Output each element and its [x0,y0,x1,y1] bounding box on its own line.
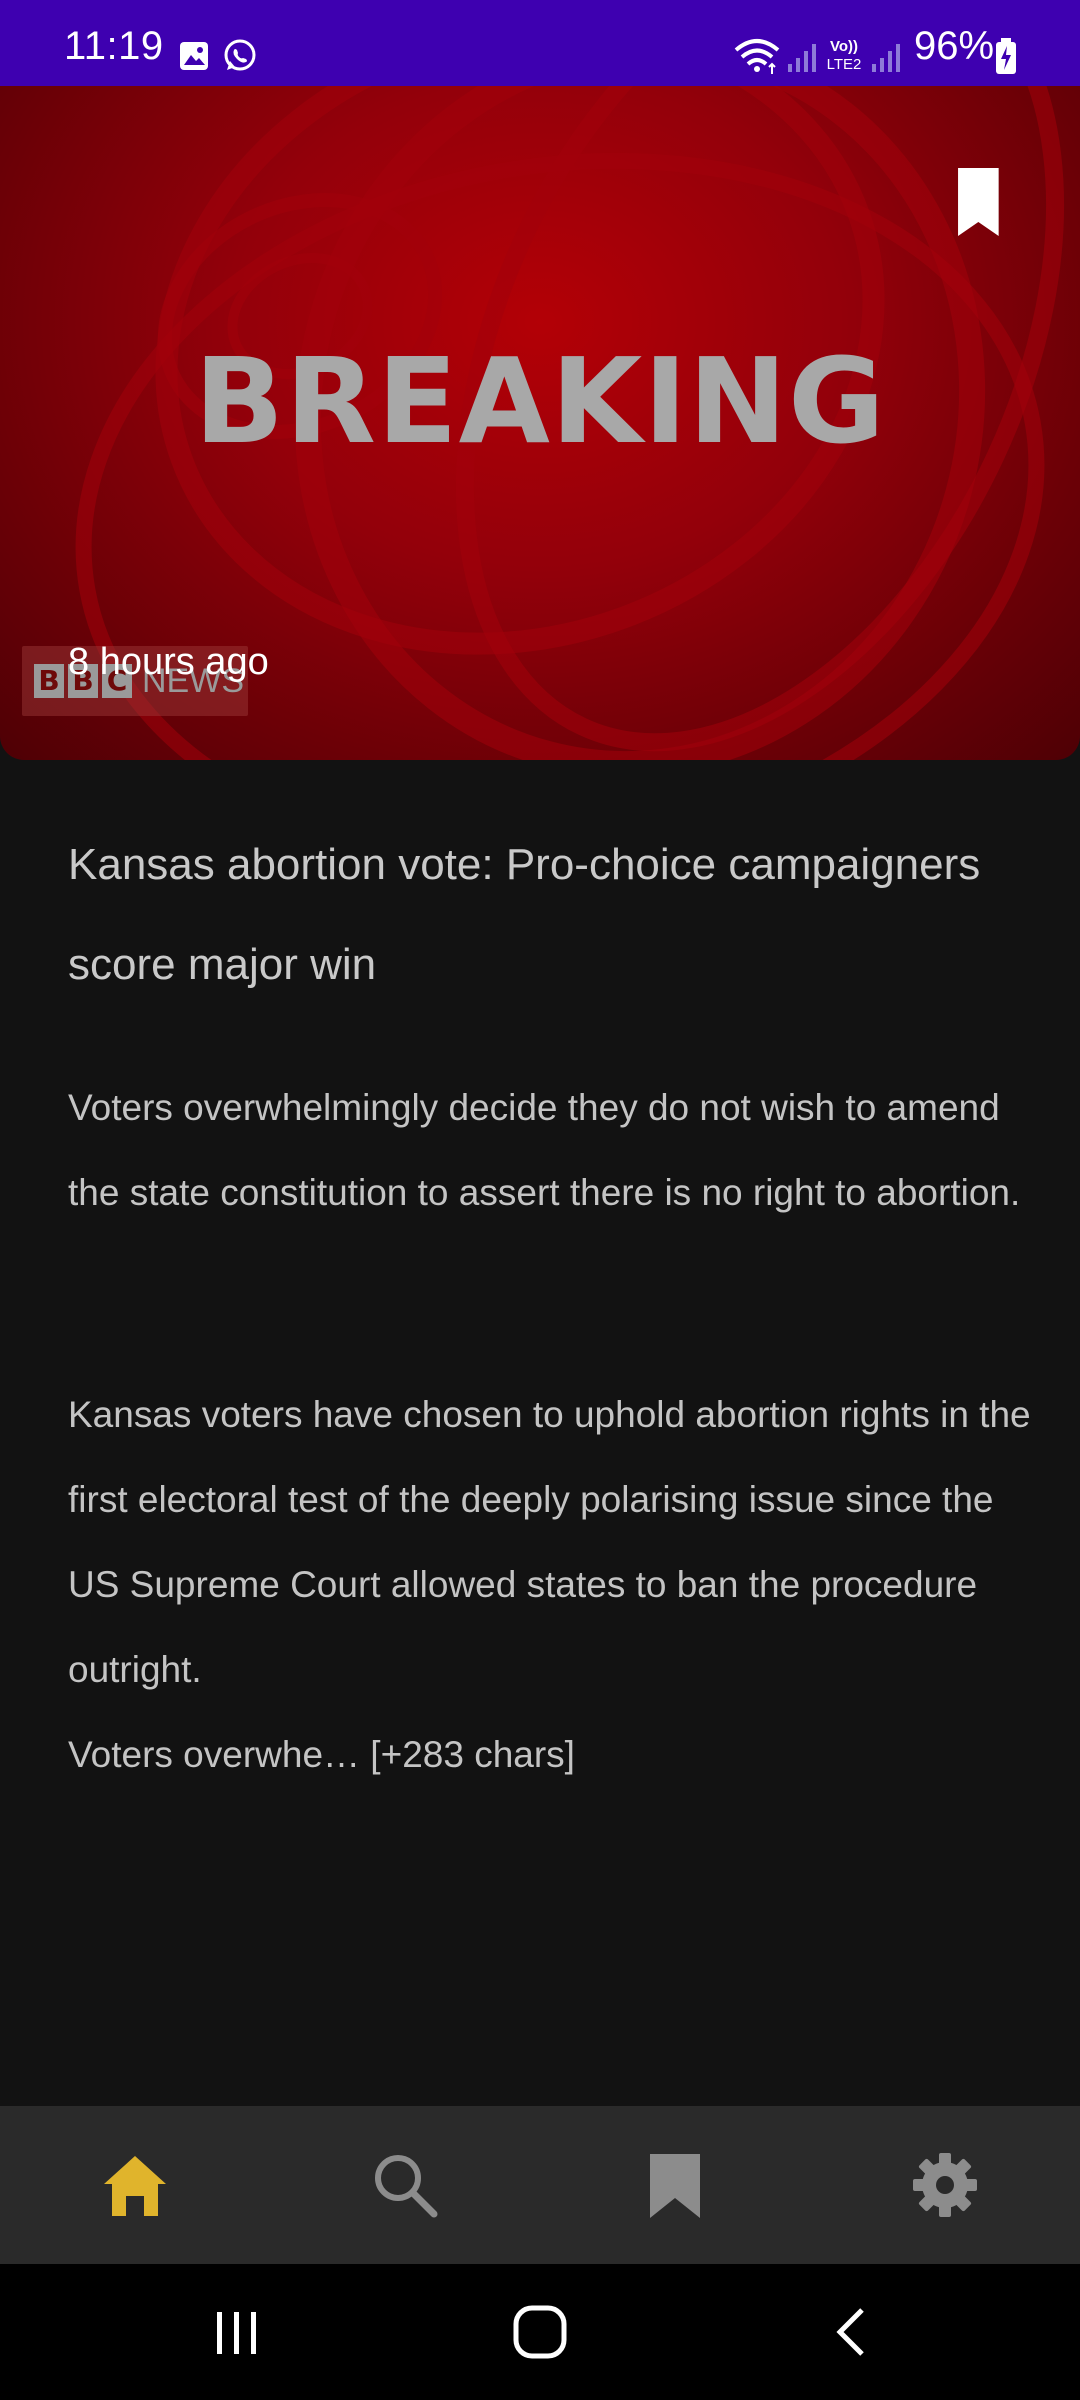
network-label: LTE2 [826,56,862,73]
gear-icon [913,2153,977,2217]
volte-icon: Vo)) LTE2 [822,38,866,78]
nav-home[interactable] [0,2106,270,2264]
bookmark-button[interactable] [920,146,1016,256]
nav-search[interactable] [270,2106,540,2264]
battery-charging-icon [996,38,1016,74]
bookmark-icon [958,168,999,236]
article-timestamp: 8 hours ago [68,641,269,683]
nav-bookmarks[interactable] [540,2106,810,2264]
back-button[interactable] [782,2292,922,2372]
battery-percentage: 96% [914,24,995,68]
recent-apps-icon [217,2312,256,2354]
article-truncated-text: Voters overwhe… [+283 chars] [68,1734,575,1775]
recent-apps-button[interactable] [167,2292,307,2372]
bottom-navigation-bar [0,2106,1080,2264]
home-icon [104,2156,166,2216]
home-circle-icon [513,2305,567,2359]
breaking-headline: BREAKING [194,332,886,470]
status-bar: 11:19 Vo)) LTE2 96% [0,0,1080,86]
article-hero-image: BREAKING B B C NEWS 8 hours ago [0,86,1080,760]
home-system-button[interactable] [470,2292,610,2372]
wifi-icon [734,39,780,74]
article-body: Kansas voters have chosen to uphold abor… [68,1394,1031,1690]
article-title: Kansas abortion vote: Pro-choice campaig… [68,840,981,989]
bookmark-icon [650,2154,700,2218]
signal-icon [872,44,900,72]
whatsapp-icon [224,39,256,71]
nav-settings[interactable] [810,2106,1080,2264]
system-navigation-bar [0,2264,1080,2400]
back-icon [836,2308,864,2356]
search-icon [375,2155,438,2218]
signal-icon [788,44,816,72]
article-summary: Voters overwhelmingly decide they do not… [68,1087,1021,1213]
status-time: 11:19 [64,24,164,68]
gallery-icon [180,42,208,70]
